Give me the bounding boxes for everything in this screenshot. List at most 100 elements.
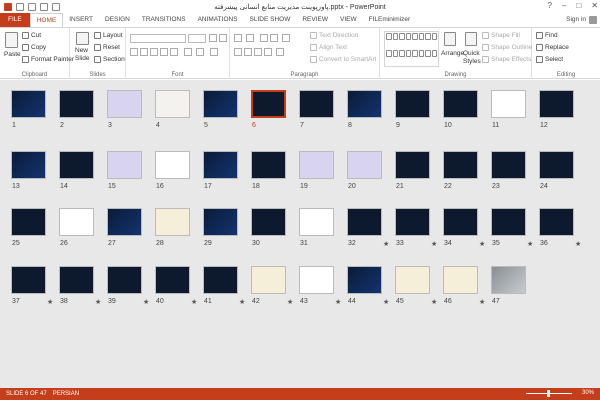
paste-icon[interactable] bbox=[5, 32, 18, 48]
arrange-icon[interactable] bbox=[444, 32, 456, 46]
select-button[interactable]: Select bbox=[536, 56, 563, 63]
slide-thumbnail[interactable] bbox=[491, 151, 526, 179]
decrease-indent-icon[interactable] bbox=[260, 34, 268, 42]
tab-transitions[interactable]: TRANSITIONS bbox=[136, 13, 192, 27]
slide-thumbnail[interactable] bbox=[395, 151, 430, 179]
grow-font-icon[interactable] bbox=[209, 34, 217, 42]
slide-thumbnail[interactable] bbox=[155, 90, 190, 118]
slide-thumbnail[interactable] bbox=[11, 266, 46, 294]
tab-view[interactable]: VIEW bbox=[334, 13, 363, 27]
transition-star-icon[interactable]: ★ bbox=[383, 240, 389, 248]
increase-indent-icon[interactable] bbox=[270, 34, 278, 42]
section-button[interactable]: Section bbox=[94, 56, 125, 63]
shape-rounded-rect-icon[interactable] bbox=[418, 33, 424, 40]
tab-insert[interactable]: INSERT bbox=[63, 13, 99, 27]
slide-thumbnail[interactable] bbox=[107, 151, 142, 179]
transition-star-icon[interactable]: ★ bbox=[47, 298, 53, 306]
shape-curve-icon[interactable] bbox=[386, 49, 392, 57]
transition-star-icon[interactable]: ★ bbox=[287, 298, 293, 306]
zoom-level[interactable]: 30% bbox=[582, 390, 594, 396]
text-direction-button[interactable]: Text Direction bbox=[310, 32, 358, 39]
slide-thumbnail[interactable] bbox=[155, 151, 190, 179]
slide-thumbnail[interactable] bbox=[59, 266, 94, 294]
justify-icon[interactable] bbox=[264, 48, 272, 56]
shape-outline-button[interactable]: Shape Outline bbox=[482, 44, 532, 51]
align-left-icon[interactable] bbox=[234, 48, 242, 56]
shrink-font-icon[interactable] bbox=[219, 34, 227, 42]
account-icon[interactable] bbox=[589, 16, 597, 24]
slide-thumbnail[interactable] bbox=[347, 208, 382, 236]
change-case-icon[interactable] bbox=[196, 48, 204, 56]
slide-thumbnail[interactable] bbox=[491, 208, 526, 236]
slide-thumbnail[interactable] bbox=[203, 151, 238, 179]
transition-star-icon[interactable]: ★ bbox=[335, 298, 341, 306]
line-spacing-icon[interactable] bbox=[282, 34, 290, 42]
align-center-icon[interactable] bbox=[244, 48, 252, 56]
quick-styles-button[interactable]: Quick bbox=[463, 50, 480, 57]
slide-thumbnail[interactable] bbox=[251, 266, 286, 294]
shape-star-icon[interactable] bbox=[405, 49, 411, 57]
minimize-button[interactable]: – bbox=[562, 1, 566, 10]
shapes-gallery[interactable] bbox=[384, 31, 439, 67]
slide-thumbnail[interactable] bbox=[59, 208, 94, 236]
slide-thumbnail[interactable] bbox=[11, 151, 46, 179]
close-button[interactable]: ✕ bbox=[591, 1, 598, 10]
slide-thumbnail[interactable] bbox=[395, 90, 430, 118]
transition-star-icon[interactable]: ★ bbox=[527, 240, 533, 248]
reset-button[interactable]: Reset bbox=[94, 44, 120, 51]
layout-button[interactable]: Layout bbox=[94, 32, 123, 39]
slide-thumbnail[interactable] bbox=[155, 208, 190, 236]
transition-star-icon[interactable]: ★ bbox=[479, 298, 485, 306]
shape-bracket-icon[interactable] bbox=[418, 49, 424, 57]
slide-thumbnail[interactable] bbox=[251, 90, 286, 118]
help-button[interactable]: ? bbox=[548, 1, 552, 10]
slide-thumbnail[interactable] bbox=[347, 90, 382, 118]
shape-oval-icon[interactable] bbox=[412, 33, 418, 40]
sign-in-link[interactable]: Sign in bbox=[566, 13, 586, 27]
cut-button[interactable]: Cut bbox=[22, 32, 41, 39]
slide-thumbnail[interactable] bbox=[107, 208, 142, 236]
language-indicator[interactable]: PERSIAN bbox=[53, 391, 79, 397]
slide-thumbnail[interactable] bbox=[11, 208, 46, 236]
slide-thumbnail[interactable] bbox=[251, 151, 286, 179]
slide-thumbnail[interactable] bbox=[155, 266, 190, 294]
slide-thumbnail[interactable] bbox=[347, 151, 382, 179]
transition-star-icon[interactable]: ★ bbox=[143, 298, 149, 306]
arrange-button[interactable]: Arrange bbox=[441, 50, 464, 57]
shape-effects-button[interactable]: Shape Effects bbox=[482, 56, 531, 63]
slide-thumbnail[interactable] bbox=[299, 266, 334, 294]
font-name-box[interactable] bbox=[130, 34, 186, 43]
new-slide-button[interactable]: New bbox=[75, 47, 88, 54]
tab-slide-show[interactable]: SLIDE SHOW bbox=[244, 13, 297, 27]
transition-star-icon[interactable]: ★ bbox=[95, 298, 101, 306]
shape-arrow-icon[interactable] bbox=[399, 33, 405, 40]
slide-thumbnail[interactable] bbox=[395, 266, 430, 294]
tab-file[interactable]: FILE bbox=[0, 13, 30, 27]
shape-elbow-icon[interactable] bbox=[431, 33, 437, 40]
numbering-icon[interactable] bbox=[246, 34, 254, 42]
new-slide-icon[interactable] bbox=[76, 32, 89, 45]
shape-line-icon[interactable] bbox=[392, 33, 398, 40]
font-color-icon[interactable] bbox=[210, 48, 218, 56]
tab-fileminimizer[interactable]: FILEminimizer bbox=[363, 13, 417, 27]
convert-smartart-button[interactable]: Convert to SmartArt bbox=[310, 56, 376, 63]
shape-right-arrow-icon[interactable] bbox=[392, 49, 398, 57]
slide-thumbnail[interactable] bbox=[395, 208, 430, 236]
shadow-icon[interactable] bbox=[160, 48, 168, 56]
transition-star-icon[interactable]: ★ bbox=[575, 240, 581, 248]
shape-triangle-icon[interactable] bbox=[425, 33, 431, 40]
slide-thumbnail[interactable] bbox=[491, 266, 526, 294]
slide-thumbnail[interactable] bbox=[299, 151, 334, 179]
align-right-icon[interactable] bbox=[254, 48, 262, 56]
shape-down-arrow-icon[interactable] bbox=[399, 49, 405, 57]
slide-thumbnail[interactable] bbox=[491, 90, 526, 118]
slide-thumbnail[interactable] bbox=[443, 208, 478, 236]
slide-thumbnail[interactable] bbox=[443, 90, 478, 118]
slide-thumbnail[interactable] bbox=[59, 151, 94, 179]
tab-animations[interactable]: ANIMATIONS bbox=[192, 13, 244, 27]
slide-thumbnail[interactable] bbox=[443, 151, 478, 179]
shape-textbox-icon[interactable] bbox=[386, 33, 392, 40]
transition-star-icon[interactable]: ★ bbox=[479, 240, 485, 248]
find-button[interactable]: Find bbox=[536, 32, 558, 39]
transition-star-icon[interactable]: ★ bbox=[431, 240, 437, 248]
